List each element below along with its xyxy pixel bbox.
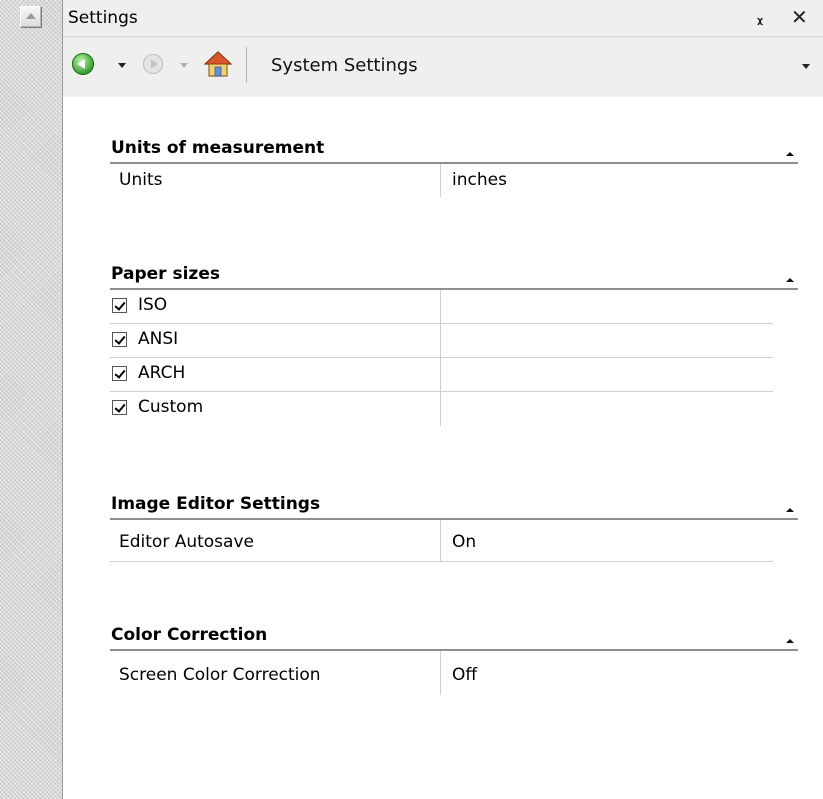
section-header-color-correction[interactable]: Color Correction	[110, 625, 798, 651]
collapse-icon[interactable]	[786, 278, 794, 282]
checkbox-row-custom[interactable]: Custom	[110, 392, 773, 426]
property-value[interactable]: On	[452, 532, 476, 552]
property-value[interactable]: inches	[452, 170, 507, 190]
back-arrow-icon[interactable]	[72, 53, 94, 75]
property-label: Screen Color Correction	[119, 665, 321, 685]
section-title: Units of measurement	[111, 138, 325, 158]
forward-arrow-icon[interactable]	[143, 54, 163, 74]
section-title: Image Editor Settings	[111, 494, 321, 514]
panel-separator	[62, 0, 63, 799]
section-units: Units of measurement Units inches	[110, 138, 798, 197]
column-divider	[440, 324, 441, 357]
collapse-icon[interactable]	[786, 508, 794, 512]
collapse-icon[interactable]	[786, 639, 794, 643]
section-title: Paper sizes	[111, 264, 220, 284]
property-row-screen-color-correction[interactable]: Screen Color Correction Off	[110, 651, 773, 695]
property-row-units[interactable]: Units inches	[110, 164, 773, 197]
section-header-image-editor[interactable]: Image Editor Settings	[110, 494, 798, 520]
column-divider	[440, 651, 441, 695]
panel-title: Settings	[68, 8, 138, 28]
panel-title-bar: Settings ᵪ ✕	[63, 0, 823, 37]
checkbox-label: ARCH	[138, 363, 186, 383]
section-paper-sizes: Paper sizes ISO ANSI ARCH Custom	[110, 264, 798, 426]
checkbox[interactable]	[112, 298, 127, 313]
location-title: System Settings	[271, 55, 418, 76]
toolbar-separator	[246, 47, 247, 83]
property-label: Units	[119, 170, 163, 190]
property-label: Editor Autosave	[119, 532, 254, 552]
section-header-paper-sizes[interactable]: Paper sizes	[110, 264, 798, 290]
home-icon[interactable]	[203, 50, 233, 78]
section-image-editor: Image Editor Settings Editor Autosave On	[110, 494, 798, 562]
column-divider	[440, 164, 441, 197]
column-divider	[440, 392, 441, 426]
close-icon[interactable]: ✕	[791, 5, 808, 29]
checkbox-row-iso[interactable]: ISO	[110, 290, 773, 324]
property-value[interactable]: Off	[452, 665, 477, 685]
pin-icon[interactable]: ᵪ	[757, 9, 763, 27]
checkbox-label: ISO	[138, 295, 168, 315]
column-divider	[440, 290, 441, 323]
checkbox-label: Custom	[138, 397, 204, 417]
location-dropdown-icon[interactable]	[802, 64, 810, 69]
section-header-units[interactable]: Units of measurement	[110, 138, 798, 164]
checkbox[interactable]	[112, 366, 127, 381]
property-row-editor-autosave[interactable]: Editor Autosave On	[110, 520, 773, 562]
scroll-up-arrow-icon	[26, 13, 36, 19]
checkbox-row-ansi[interactable]: ANSI	[110, 324, 773, 358]
section-color-correction: Color Correction Screen Color Correction…	[110, 625, 798, 695]
forward-history-dropdown-icon[interactable]	[180, 63, 188, 68]
checkbox[interactable]	[112, 400, 127, 415]
collapse-icon[interactable]	[786, 152, 794, 156]
navigation-toolbar: System Settings	[63, 37, 823, 97]
left-scroll-strip[interactable]	[0, 0, 62, 799]
checkbox-row-arch[interactable]: ARCH	[110, 358, 773, 392]
scroll-up-button[interactable]	[20, 6, 42, 28]
column-divider	[440, 358, 441, 391]
column-divider	[440, 520, 441, 561]
checkbox-label: ANSI	[138, 329, 179, 349]
checkbox[interactable]	[112, 332, 127, 347]
back-history-dropdown-icon[interactable]	[118, 63, 126, 68]
section-title: Color Correction	[111, 625, 268, 645]
